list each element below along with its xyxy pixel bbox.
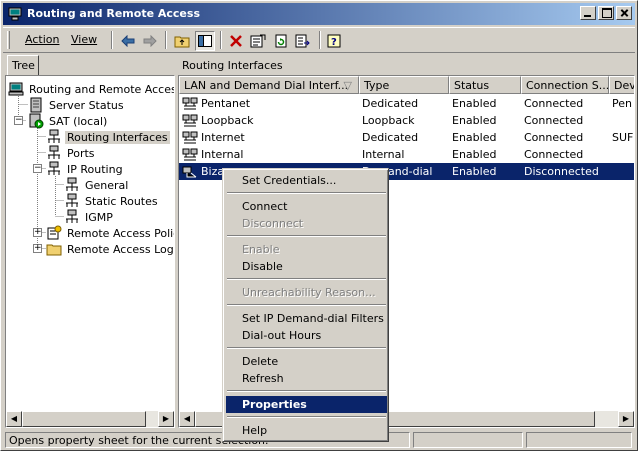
expand-icon[interactable]: + (33, 228, 42, 237)
scroll-thumb[interactable] (22, 411, 146, 427)
tree-item-ports[interactable]: Ports (46, 145, 97, 161)
folder-icon (46, 244, 62, 256)
network-interface-icon (182, 148, 198, 160)
server-status-icon (30, 97, 42, 113)
tree-item-routing-remote-access[interactable]: Routing and Remote Access (8, 81, 174, 97)
menu-separator (227, 304, 386, 306)
network-interface-icon (182, 131, 198, 143)
tree-item-sat-local[interactable]: SAT (local) (28, 113, 109, 129)
menu-view[interactable]: View (71, 33, 97, 46)
properties-icon[interactable] (248, 31, 268, 51)
network-interface-icon (182, 97, 198, 109)
scroll-left-icon[interactable]: ◀ (6, 411, 22, 427)
column-headers: LAN and Demand Dial Interf... ▽ Type Sta… (179, 76, 634, 94)
menu-action[interactable]: Action (25, 33, 59, 46)
context-menu: Set Credentials... Connect Disconnect En… (222, 168, 389, 442)
tab-tree[interactable]: Tree (7, 55, 39, 75)
ip-routing-icon (48, 161, 60, 175)
tree-horizontal-scrollbar[interactable]: ◀ ▶ (6, 411, 174, 427)
show-tree-icon[interactable] (195, 31, 215, 51)
up-folder-icon[interactable] (172, 31, 192, 51)
toolbar-grip (7, 31, 10, 49)
menu-dialout-hours[interactable]: Dial-out Hours (226, 327, 387, 344)
tree-item-server-status[interactable]: Server Status (28, 97, 126, 113)
tree-item-remote-access-logging[interactable]: Remote Access Logging (46, 241, 174, 257)
toolbar-separator (319, 31, 321, 49)
column-header-name[interactable]: LAN and Demand Dial Interf... ▽ (179, 76, 359, 94)
menu-connect[interactable]: Connect (226, 198, 387, 215)
column-header-device[interactable]: Dev (609, 76, 634, 94)
menu-unreachability-reason[interactable]: Unreachability Reason... (226, 284, 387, 301)
menu-set-ip-filters[interactable]: Set IP Demand-dial Filters (226, 310, 387, 327)
help-icon[interactable]: ? (325, 31, 345, 51)
list-row[interactable]: Pentanet Dedicated Enabled Connected Pen (179, 95, 634, 112)
close-button[interactable] (616, 6, 632, 20)
scroll-right-icon[interactable]: ▶ (158, 411, 174, 427)
computer-icon (8, 7, 22, 21)
list-row[interactable]: Internet Dedicated Enabled Connected SUF (179, 129, 634, 146)
menu-disable[interactable]: Disable (226, 258, 387, 275)
toolbar-separator (220, 31, 222, 49)
menu-set-credentials[interactable]: Set Credentials... (226, 172, 387, 189)
title-bar[interactable]: Routing and Remote Access (3, 3, 635, 25)
list-row[interactable]: Internal Internal Enabled Connected (179, 146, 634, 163)
console-tree: Routing and Remote Access Server Status … (5, 75, 175, 428)
server-running-icon (29, 113, 44, 129)
status-panel (413, 432, 523, 448)
status-panel (526, 432, 632, 448)
menu-separator (227, 278, 386, 280)
toolbar-separator (165, 31, 167, 49)
menu-enable[interactable]: Enable (226, 241, 387, 258)
menu-separator (227, 235, 386, 237)
ports-icon (48, 145, 60, 159)
list-row[interactable]: Loopback Loopback Enabled Connected (179, 112, 634, 129)
menu-separator (227, 416, 386, 418)
menu-delete[interactable]: Delete (226, 353, 387, 370)
demand-dial-icon (182, 166, 197, 177)
column-header-connection[interactable]: Connection S... (521, 76, 609, 94)
tree-item-igmp[interactable]: IGMP (64, 209, 115, 225)
igmp-icon (66, 209, 78, 223)
menu-properties[interactable]: Properties (226, 396, 387, 413)
forward-arrow-icon[interactable] (140, 31, 160, 51)
toolbar-separator (111, 31, 113, 49)
toolbar: Action View ? (3, 27, 635, 53)
server-icon (8, 82, 24, 96)
tree-item-remote-access-policies[interactable]: Remote Access Policies (46, 225, 174, 241)
maximize-button[interactable] (598, 6, 614, 20)
collapse-icon[interactable]: − (33, 164, 42, 173)
menu-refresh[interactable]: Refresh (226, 370, 387, 387)
column-header-type[interactable]: Type (359, 76, 449, 94)
general-icon (66, 177, 78, 191)
svg-text:?: ? (331, 37, 337, 48)
column-header-status[interactable]: Status (449, 76, 521, 94)
window-title: Routing and Remote Access (27, 7, 200, 20)
scroll-right-icon[interactable]: ▶ (618, 411, 634, 427)
network-interface-icon (182, 114, 198, 126)
menu-separator (227, 347, 386, 349)
collapse-icon[interactable]: − (14, 116, 23, 125)
tree-item-routing-interfaces[interactable]: Routing Interfaces (46, 129, 170, 145)
sort-arrow-icon: ▽ (343, 79, 352, 92)
policy-icon (47, 225, 62, 240)
list-pane-title: Routing Interfaces (182, 59, 283, 72)
static-routes-icon (66, 193, 78, 207)
tree-item-static-routes[interactable]: Static Routes (64, 193, 160, 209)
scroll-left-icon[interactable]: ◀ (179, 411, 195, 427)
tree-item-general[interactable]: General (64, 177, 130, 193)
network-interfaces-icon (48, 129, 60, 143)
back-arrow-icon[interactable] (118, 31, 138, 51)
export-list-icon[interactable] (293, 31, 313, 51)
menu-disconnect[interactable]: Disconnect (226, 215, 387, 232)
refresh-icon[interactable] (271, 31, 291, 51)
menu-help[interactable]: Help (226, 422, 387, 439)
delete-icon[interactable] (226, 31, 246, 51)
tree-item-ip-routing[interactable]: IP Routing (46, 161, 125, 177)
menu-separator (227, 192, 386, 194)
expand-icon[interactable]: + (33, 244, 42, 253)
minimize-button[interactable] (580, 6, 596, 20)
menu-separator (227, 390, 386, 392)
